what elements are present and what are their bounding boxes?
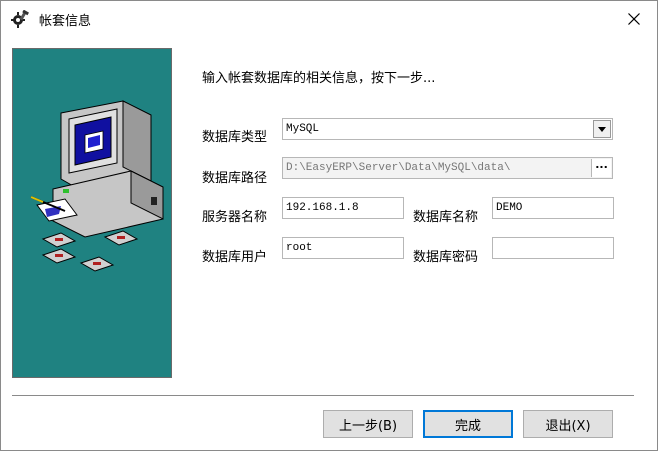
server-name-label: 服务器名称 [202,210,268,225]
server-name-input[interactable]: 192.168.1.8 [282,197,404,219]
db-password-input[interactable] [492,237,614,259]
instruction-text: 输入帐套数据库的相关信息，按下一步... [202,71,436,86]
dialog-window: 帐套信息 输入帐套数据库的相关信息，按下一步... 数据库类型 MySQL 数据… [0,0,658,451]
close-button[interactable] [611,1,657,37]
db-type-label: 数据库类型 [202,130,268,145]
db-path-value: D:\EasyERP\Server\Data\MySQL\data\ [286,162,511,174]
prev-step-button[interactable]: 上一步(B) [323,410,413,438]
db-user-label: 数据库用户 [202,250,268,265]
close-icon [628,13,640,25]
title-bar[interactable]: 帐套信息 [1,1,657,37]
finish-button[interactable]: 完成 [423,410,513,438]
side-illustration-panel [12,48,172,378]
db-type-select[interactable]: MySQL [282,118,613,140]
db-user-input[interactable]: root [282,237,404,259]
divider [12,395,634,397]
db-type-value: MySQL [286,123,320,135]
dropdown-button[interactable] [593,120,611,138]
browse-button[interactable]: ... [591,159,611,177]
exit-button[interactable]: 退出(X) [523,410,613,438]
db-name-label: 数据库名称 [413,210,479,225]
db-path-label: 数据库路径 [202,171,268,186]
window-title: 帐套信息 [39,14,92,29]
chevron-down-icon [598,126,606,132]
db-password-label: 数据库密码 [413,250,479,265]
app-gear-icon [11,9,29,28]
computer-illustration [30,100,164,272]
db-name-input[interactable]: DEMO [492,197,614,219]
db-path-field[interactable]: D:\EasyERP\Server\Data\MySQL\data\ ... [282,157,613,179]
